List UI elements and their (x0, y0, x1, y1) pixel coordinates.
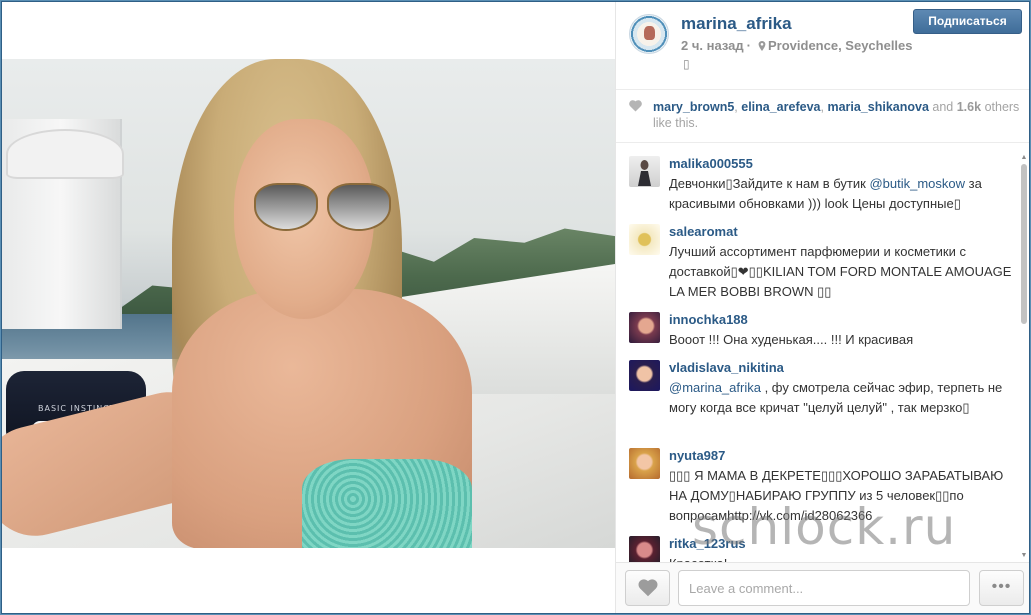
heart-icon (629, 100, 642, 112)
comment-username[interactable]: nyuta987 (669, 448, 725, 463)
comment-username[interactable]: salearomat (669, 224, 738, 239)
like-user-2[interactable]: elina_arefeva (741, 100, 820, 114)
comment-username[interactable]: innochka188 (669, 312, 748, 327)
meta-separator: · (746, 38, 751, 53)
comment-avatar[interactable] (629, 360, 660, 391)
avatar[interactable] (629, 14, 669, 54)
comment-avatar[interactable] (629, 156, 660, 187)
post-header: marina_afrika 2 ч. назад · Providence, Sey… (616, 2, 1029, 90)
post-caption: ▯ (683, 57, 690, 71)
photo-swimsuit (302, 459, 472, 548)
comment-avatar[interactable] (629, 448, 660, 479)
comment-mention[interactable]: @marina_afrika (669, 380, 761, 395)
comment-mention[interactable]: @butik_moskow (869, 176, 965, 191)
heart-icon (638, 579, 658, 597)
follow-button[interactable]: Подписаться (913, 9, 1022, 34)
photo-radar-dome (6, 129, 124, 179)
comment-input[interactable] (678, 570, 970, 606)
comment-text: ▯▯▯ Я МАМА В ДЕКРЕТЕ▯▯▯ХОРОШО ЗАРАБАТЫВА… (669, 468, 1004, 523)
scroll-down-arrow-icon[interactable]: ▼ (1020, 552, 1028, 560)
like-comma-2: , (820, 100, 824, 114)
likes-and: and (932, 100, 954, 114)
comment-username[interactable]: malika000555 (669, 156, 753, 171)
like-user-3[interactable]: maria_shikanova (827, 100, 928, 114)
more-options-button[interactable]: ••• (979, 570, 1024, 606)
ellipsis-icon: ••• (991, 578, 1012, 595)
like-button[interactable] (625, 570, 670, 606)
post-location[interactable]: Providence, Seychelles (768, 38, 913, 53)
likes-text: mary_brown5, elina_arefeva, maria_shikan… (653, 99, 1023, 131)
sunglasses-right-lens (327, 183, 391, 231)
comment-text: Красотка! (669, 554, 1014, 562)
comment-text-part: Девчонки▯Зайдите к нам в бутик (669, 176, 870, 191)
comment-text: Вооот !!! Она худенькая.... !!! И красив… (669, 332, 914, 347)
location-pin-icon (758, 41, 766, 51)
like-user-1[interactable]: mary_brown5 (653, 100, 734, 114)
post-username[interactable]: marina_afrika (681, 14, 792, 34)
comments-scrollbar-thumb[interactable] (1021, 164, 1027, 324)
likes-count[interactable]: 1.6k (957, 100, 981, 114)
comment-username[interactable]: vladislava_nikitina (669, 360, 784, 375)
comment-bar: ••• (616, 562, 1029, 613)
comment-username[interactable]: ritka_123rus (669, 536, 746, 551)
comments-list[interactable]: malika000555 Девчонки▯Зайдите к нам в бу… (616, 144, 1029, 562)
comment-avatar[interactable] (629, 536, 660, 562)
like-comma-1: , (734, 100, 738, 114)
comment-text: Девчонки▯Зайдите к нам в бутик @butik_mo… (669, 174, 1014, 214)
likes-summary: mary_brown5, elina_arefeva, maria_shikan… (616, 91, 1029, 143)
post-sidebar: marina_afrika 2 ч. назад · Providence, Sey… (615, 2, 1029, 613)
scroll-up-arrow-icon[interactable]: ▲ (1020, 154, 1028, 162)
post-meta: 2 ч. назад · Providence, Seychelles (681, 38, 913, 53)
post-time[interactable]: 2 ч. назад (681, 38, 744, 53)
photo-pane: BASIC INSTINCT (2, 2, 615, 613)
comment-text: @marina_afrika , фу смотрела сейчас эфир… (669, 378, 1014, 418)
instagram-post-window: BASIC INSTINCT marina_afrika 2 ч. назад ·… (1, 1, 1030, 614)
sunglasses-left-lens (254, 183, 318, 231)
comment-text: Лучший ассортимент парфюмерии и косметик… (669, 244, 1012, 299)
comment-avatar[interactable] (629, 312, 660, 343)
comment-avatar[interactable] (629, 224, 660, 255)
post-photo[interactable]: BASIC INSTINCT (2, 59, 615, 548)
